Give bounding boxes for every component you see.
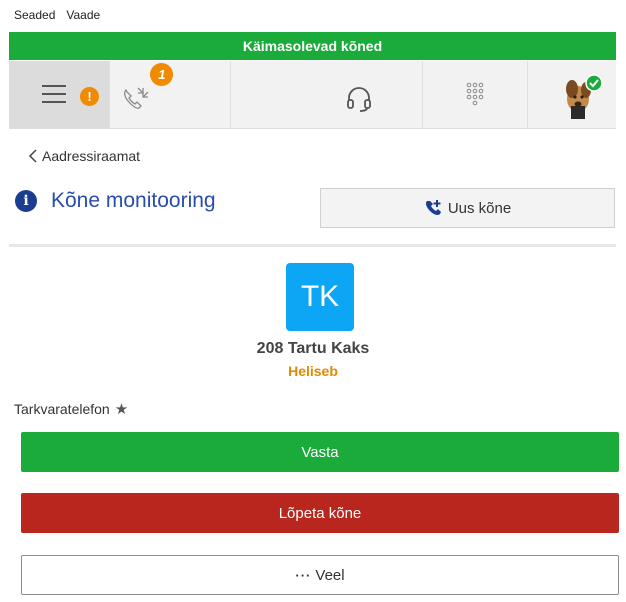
menu-bar: Seaded Vaade [0,0,626,30]
profile-button[interactable] [528,61,616,128]
menu-button[interactable]: ! [9,61,111,128]
back-link-label: Aadressiraamat [42,148,141,164]
call-count-badge: 1 [150,63,174,86]
headset-icon [346,87,371,112]
active-calls-label: Käimasolevad kõned [242,38,383,54]
divider [9,244,616,247]
menu-view[interactable]: Vaade [66,8,100,22]
contact-avatar: TK [286,263,354,331]
menu-settings[interactable]: Seaded [14,8,55,22]
device-row: Tarkvaratelefon ★ [14,400,128,418]
avatar [565,74,603,119]
more-label: Veel [315,566,345,584]
device-label: Tarkvaratelefon [14,401,110,417]
contact-name: 208 Tartu Kaks [256,340,370,357]
dialpad-button[interactable] [423,61,528,128]
calls-button[interactable]: 1 [110,61,231,128]
page-header: i Kõne monitooring [15,189,216,213]
new-call-label: Uus kõne [447,199,512,217]
more-button[interactable]: ··· Veel [21,555,619,595]
calls-transfer-icon [124,87,149,109]
call-status: Heliseb [288,363,338,379]
more-dots-icon: ··· [295,567,312,583]
hangup-label: Lõpeta kõne [278,504,362,522]
page-title: Kõne monitooring [51,189,216,212]
back-link[interactable]: Aadressiraamat [28,148,140,164]
headset-button[interactable] [231,61,424,128]
dialpad-icon [466,82,484,106]
warning-icon: ! [80,87,99,106]
toolbar: ! 1 [9,61,616,129]
chevron-left-icon [28,149,37,163]
answer-button[interactable]: Vasta [21,432,619,472]
hangup-button[interactable]: Lõpeta kõne [21,493,619,533]
phone-plus-icon [425,200,441,215]
new-call-button[interactable]: Uus kõne [320,188,615,228]
star-icon[interactable]: ★ [115,400,128,418]
answer-label: Vasta [301,443,339,461]
info-icon[interactable]: i [15,190,37,212]
menu-icon [42,85,66,109]
active-calls-banner[interactable]: Käimasolevad kõned [9,32,616,60]
